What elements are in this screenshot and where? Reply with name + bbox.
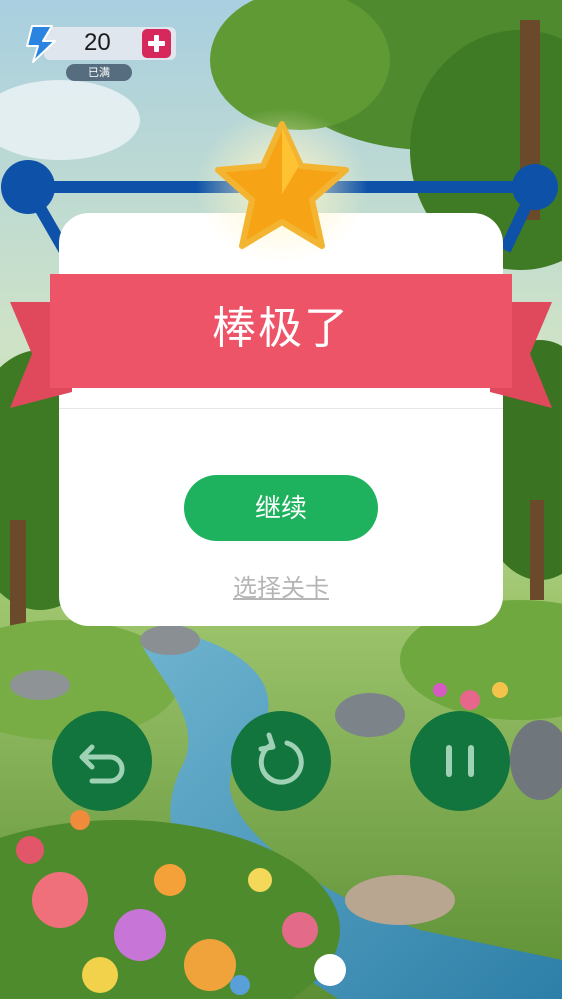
result-title: 棒极了	[212, 303, 350, 354]
undo-icon	[79, 744, 125, 784]
pause-button[interactable]	[410, 711, 510, 811]
star-icon	[196, 108, 368, 264]
pause-icon	[446, 745, 474, 777]
energy-counter: 20	[24, 24, 176, 63]
select-level-link[interactable]: 选择关卡	[200, 568, 362, 608]
lightning-bolt-icon	[26, 25, 56, 63]
puzzle-node-right	[512, 164, 558, 210]
continue-button[interactable]: 继续	[184, 475, 378, 541]
puzzle-node-left	[1, 160, 55, 214]
restart-icon	[258, 732, 304, 785]
add-energy-button[interactable]	[142, 29, 171, 58]
undo-button[interactable]	[52, 711, 152, 811]
energy-status-badge: 已满	[66, 64, 132, 81]
energy-count: 20	[84, 29, 111, 56]
restart-button[interactable]	[231, 711, 331, 811]
